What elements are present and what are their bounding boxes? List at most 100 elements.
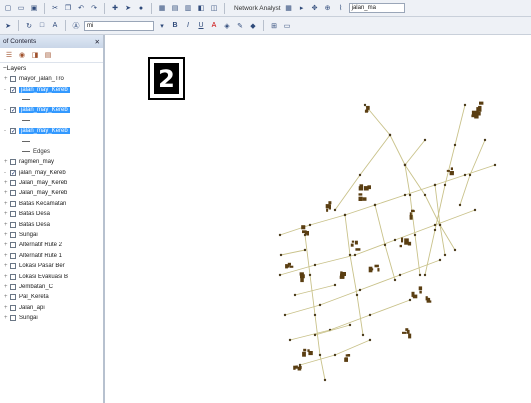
layer-visibility-checkbox[interactable] bbox=[10, 315, 16, 322]
layer-item[interactable]: + Batas Desa bbox=[0, 209, 103, 219]
list-by-selection-icon[interactable]: ▤ bbox=[43, 50, 53, 60]
line-color-icon[interactable]: ✎ bbox=[235, 21, 245, 31]
layer-visibility-checkbox[interactable] bbox=[10, 211, 16, 218]
layer-item[interactable]: + Lokasi Evakuasi B bbox=[0, 271, 103, 281]
toolbar-divider bbox=[18, 20, 19, 31]
layer-visibility-checkbox[interactable] bbox=[10, 76, 16, 83]
junction-node bbox=[348, 323, 352, 327]
new-map-icon[interactable]: ▢ bbox=[3, 3, 13, 13]
layer-visibility-checkbox[interactable] bbox=[10, 180, 16, 187]
layer-visibility-checkbox[interactable] bbox=[10, 273, 16, 280]
junction-node bbox=[313, 313, 317, 317]
python-icon[interactable]: ◧ bbox=[196, 3, 206, 13]
layer-item[interactable]: + Batas Kecamatan bbox=[0, 199, 103, 209]
list-by-source-icon[interactable]: ◉ bbox=[17, 50, 27, 60]
redo-icon[interactable]: ↷ bbox=[89, 3, 99, 13]
layer-item[interactable]: + ragmen_may bbox=[0, 157, 103, 167]
layer-visibility-checkbox[interactable]: ✓ bbox=[10, 86, 16, 94]
copy-icon[interactable]: ❐ bbox=[63, 3, 73, 13]
layer-item[interactable]: + Alternatif Rute 1 bbox=[0, 251, 103, 261]
georef-icon[interactable]: ⊞ bbox=[269, 21, 279, 31]
rectangle-icon[interactable]: □ bbox=[37, 21, 47, 31]
layer-item[interactable]: - ✓ jalan_may_Kereb bbox=[0, 126, 103, 136]
road-line bbox=[284, 259, 441, 316]
open-icon[interactable]: ▭ bbox=[16, 3, 26, 13]
layer-visibility-checkbox[interactable] bbox=[10, 200, 16, 207]
select-arrow-icon[interactable]: ➤ bbox=[123, 3, 133, 13]
junction-node bbox=[373, 203, 377, 207]
table-icon[interactable]: ▦ bbox=[157, 3, 167, 13]
pan-icon[interactable]: ✥ bbox=[310, 3, 320, 13]
toolbox-icon[interactable]: ▥ bbox=[183, 3, 193, 13]
fill-color-icon[interactable]: ◈ bbox=[222, 21, 232, 31]
font-field[interactable]: mi bbox=[84, 20, 154, 31]
layer-item[interactable]: - ✓ jalan_may_Kereb bbox=[0, 105, 103, 115]
network-dataset-select[interactable]: jalan_ma bbox=[348, 3, 405, 13]
road-line bbox=[364, 104, 456, 251]
layer-item[interactable]: + Batas Desa bbox=[0, 219, 103, 229]
model-builder-icon[interactable]: ◫ bbox=[209, 3, 219, 13]
add-data-icon[interactable]: ✚ bbox=[110, 3, 120, 13]
junction-node bbox=[463, 103, 467, 107]
layer-visibility-checkbox[interactable] bbox=[10, 159, 16, 166]
layer-item[interactable]: + Sungai bbox=[0, 230, 103, 240]
measure-icon[interactable]: ⌇ bbox=[336, 3, 346, 13]
layer-visibility-checkbox[interactable] bbox=[10, 190, 16, 197]
undo-icon[interactable]: ↶ bbox=[76, 3, 86, 13]
layer-item[interactable]: + Sungai bbox=[0, 313, 103, 323]
layers-root-label: Layers bbox=[6, 65, 27, 72]
rotate-icon[interactable]: ↻ bbox=[24, 21, 34, 31]
layers-root[interactable]: − Layers bbox=[0, 63, 103, 74]
layer-visibility-checkbox[interactable] bbox=[10, 232, 16, 239]
layer-visibility-checkbox[interactable] bbox=[10, 221, 16, 228]
layer-visibility-checkbox[interactable] bbox=[10, 294, 16, 301]
list-by-visibility-icon[interactable]: ◨ bbox=[30, 50, 40, 60]
font-size-icon[interactable]: ▾ bbox=[157, 21, 167, 31]
layer-item[interactable]: + mayor_jalan_Tro bbox=[0, 74, 103, 84]
layer-item[interactable]: + Pal_Kereta bbox=[0, 292, 103, 302]
zoom-icon[interactable]: ⊕ bbox=[323, 3, 333, 13]
layout-icon[interactable]: ▭ bbox=[282, 21, 292, 31]
cut-icon[interactable]: ✂ bbox=[50, 3, 60, 13]
save-icon[interactable]: ▣ bbox=[29, 3, 39, 13]
font-color-icon[interactable]: A bbox=[209, 21, 219, 31]
catalog-icon[interactable]: ▤ bbox=[170, 3, 180, 13]
layer-name: Batas Kecamatan bbox=[19, 200, 67, 207]
bold-icon[interactable]: B bbox=[170, 21, 180, 31]
layer-visibility-checkbox[interactable] bbox=[10, 284, 16, 290]
layer-item[interactable]: + Lokasi Pasar Ber bbox=[0, 261, 103, 271]
drawing-toolbar: ➤ ↻ □ A Ⓐ mi ▾ B I U A ◈ ✎ ◆ ⊞ ▭ bbox=[0, 17, 531, 35]
layer-item[interactable]: - ✓ jalan_may_Kereb bbox=[0, 168, 103, 178]
network-analyst-menu[interactable]: Network Analyst bbox=[234, 5, 281, 12]
layer-item[interactable]: + Alternatif Rute 2 bbox=[0, 240, 103, 250]
solve-icon[interactable]: ▸ bbox=[297, 3, 307, 13]
network-window-icon[interactable]: ▦ bbox=[284, 3, 294, 13]
layer-visibility-checkbox[interactable] bbox=[10, 304, 16, 311]
select-elements-icon[interactable]: ➤ bbox=[3, 21, 13, 31]
layer-visibility-checkbox[interactable] bbox=[10, 252, 16, 259]
italic-icon[interactable]: I bbox=[183, 21, 193, 31]
layer-visibility-checkbox[interactable] bbox=[10, 263, 16, 270]
toolbar-divider bbox=[104, 2, 105, 14]
font-icon[interactable]: Ⓐ bbox=[71, 21, 81, 31]
marker-color-icon[interactable]: ◆ bbox=[248, 21, 258, 31]
layer-visibility-checkbox[interactable] bbox=[10, 242, 16, 249]
text-icon[interactable]: A bbox=[50, 21, 60, 31]
layer-visibility-checkbox[interactable]: ✓ bbox=[10, 107, 16, 114]
layer-visibility-checkbox[interactable]: ✓ bbox=[10, 128, 16, 135]
layer-item[interactable]: + Jalan_api bbox=[0, 303, 103, 313]
toc-close-icon[interactable]: ✕ bbox=[95, 38, 100, 46]
building-patch bbox=[308, 351, 313, 356]
identify-icon[interactable]: ● bbox=[136, 3, 146, 13]
layer-item[interactable]: + Jalan_may_Kereb bbox=[0, 178, 103, 188]
layer-visibility-checkbox[interactable]: ✓ bbox=[10, 169, 16, 177]
list-by-drawing-order-icon[interactable]: ☰ bbox=[4, 50, 14, 60]
layer-item[interactable]: - ✓ jalan_may_Kereb bbox=[0, 84, 103, 94]
building-patch bbox=[293, 365, 296, 370]
building-patch bbox=[358, 186, 364, 191]
building-patch bbox=[446, 169, 450, 172]
layer-item[interactable]: + Jalan_may_Kereb bbox=[0, 188, 103, 198]
figure-number-badge: 2 bbox=[148, 57, 185, 100]
underline-icon[interactable]: U bbox=[196, 21, 206, 31]
layer-item[interactable]: + Jembatan_C bbox=[0, 282, 103, 292]
